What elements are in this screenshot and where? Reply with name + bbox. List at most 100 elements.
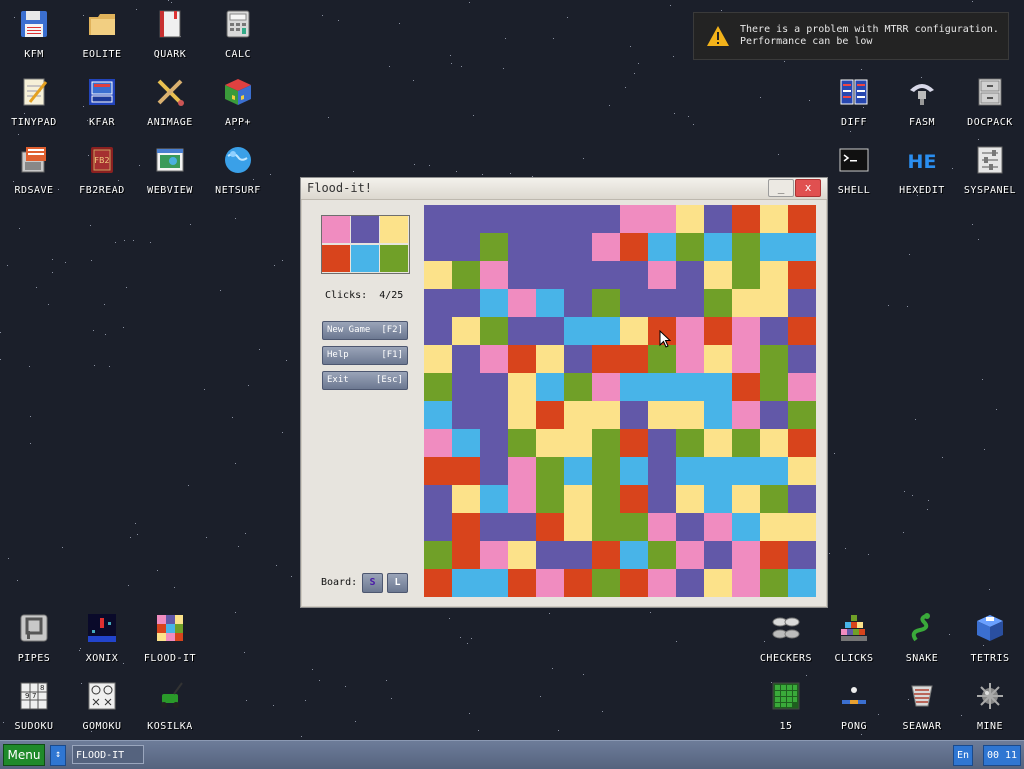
- board-cell: [648, 485, 676, 513]
- keyboard-language[interactable]: En: [953, 745, 973, 766]
- board-size-large-button[interactable]: L: [387, 573, 408, 593]
- color-swatch-yellow[interactable]: [380, 216, 408, 243]
- board-cell: [424, 541, 452, 569]
- desktop-icon-seawar[interactable]: SEAWAR: [888, 672, 956, 740]
- desktop-icon-15[interactable]: 15: [752, 672, 820, 740]
- rubik-cube-icon: [225, 79, 251, 105]
- board-size-small-button[interactable]: S: [362, 573, 383, 593]
- desktop-icon-tinypad[interactable]: TINYPAD: [0, 68, 68, 136]
- desktop-icon-shell[interactable]: SHELL: [820, 136, 888, 204]
- start-menu-button[interactable]: Menu: [3, 744, 45, 766]
- task-switch-button[interactable]: ↕: [50, 745, 66, 766]
- board-cell: [676, 457, 704, 485]
- desktop-icon-pong[interactable]: PONG: [820, 672, 888, 740]
- desktop-icon-label: APP+: [224, 117, 252, 128]
- desktop-icon-fasm[interactable]: FASM: [888, 68, 956, 136]
- desktop-icon-rdsave[interactable]: RDSAVE: [0, 136, 68, 204]
- minimize-button[interactable]: _: [768, 179, 794, 197]
- desktop-icon-fb2read[interactable]: FB2 FB2READ: [68, 136, 136, 204]
- board-cell: [564, 261, 592, 289]
- board-cell: [676, 289, 704, 317]
- desktop-icon-webview[interactable]: WEBVIEW: [136, 136, 204, 204]
- board-cell: [536, 513, 564, 541]
- board-cell: [508, 233, 536, 261]
- board-cell: [676, 541, 704, 569]
- board-cell: [620, 289, 648, 317]
- board-cell: [732, 569, 760, 597]
- board-cell: [424, 205, 452, 233]
- desktop-icon-eolite[interactable]: EOLITE: [68, 0, 136, 68]
- board-cell: [592, 541, 620, 569]
- board-cell: [648, 373, 676, 401]
- desktop-icon-docpack[interactable]: DOCPACK: [956, 68, 1024, 136]
- game-board[interactable]: [424, 205, 816, 597]
- desktop-icon-clicks[interactable]: CLICKS: [820, 604, 888, 672]
- help-button[interactable]: Help [F1]: [322, 346, 408, 365]
- desktop-icon-quark[interactable]: QUARK: [136, 0, 204, 68]
- desktop-icon-sudoku[interactable]: 9 7 8 SUDOKU: [0, 672, 68, 740]
- calculator-icon: [226, 10, 250, 38]
- desktop-icon-label: NETSURF: [215, 185, 261, 196]
- color-swatch-pink[interactable]: [322, 216, 350, 243]
- exit-button[interactable]: Exit [Esc]: [322, 371, 408, 390]
- board-cell: [620, 401, 648, 429]
- flood-it-window[interactable]: Flood-it! _ x Clicks: 4/25 New Game [F2]…: [300, 177, 828, 608]
- desktop-icon-label: TETRIS: [970, 653, 1010, 664]
- board-cell: [788, 485, 816, 513]
- desktop-icon-label: ANIMAGE: [147, 117, 193, 128]
- board-cell: [480, 205, 508, 233]
- mtrr-notification[interactable]: There is a problem with MTRR configurati…: [693, 12, 1009, 60]
- desktop-icon-pipes[interactable]: PIPES: [0, 604, 68, 672]
- board-cell: [480, 513, 508, 541]
- desktop-icon-label: SYSPANEL: [963, 185, 1017, 196]
- globe-icon: [225, 147, 251, 173]
- desktop-icon-animage[interactable]: ANIMAGE: [136, 68, 204, 136]
- desktop-icon-tetris[interactable]: TETRIS: [956, 604, 1024, 672]
- board-cell: [648, 401, 676, 429]
- color-swatch-purple[interactable]: [351, 216, 379, 243]
- board-cell: [676, 429, 704, 457]
- color-swatch-green[interactable]: [380, 245, 408, 272]
- desktop-icon-calc[interactable]: CALC: [204, 0, 272, 68]
- desktop-icon-xonix[interactable]: XONIX: [68, 604, 136, 672]
- desktop-icon-label: PONG: [840, 721, 868, 732]
- desktop-icon-checkers[interactable]: CHECKERS: [752, 604, 820, 672]
- board-cell: [788, 429, 816, 457]
- desktop-icon-netsurf[interactable]: NETSURF: [204, 136, 272, 204]
- board-cell: [760, 401, 788, 429]
- svg-text:HE: HE: [908, 151, 937, 173]
- desktop-icon-kosilka[interactable]: KOSILKA: [136, 672, 204, 740]
- desktop-icon-hexedit[interactable]: HE HEXEDIT: [888, 136, 956, 204]
- svg-text:9: 9: [25, 692, 29, 700]
- desktop-icon-mine[interactable]: MINE: [956, 672, 1024, 740]
- board-cell: [564, 205, 592, 233]
- board-cell: [480, 429, 508, 457]
- color-swatch-blue[interactable]: [351, 245, 379, 272]
- board-cell: [704, 401, 732, 429]
- desktop-icon-kfm[interactable]: KFM: [0, 0, 68, 68]
- desktop-icon-diff[interactable]: DIFF: [820, 68, 888, 136]
- desktop-icon-kfar[interactable]: KFAR: [68, 68, 136, 136]
- board-cell: [452, 429, 480, 457]
- taskbar-app-flood-it[interactable]: FLOOD-IT: [72, 745, 144, 764]
- board-cell: [732, 317, 760, 345]
- board-cell: [788, 345, 816, 373]
- desktop-icon-label: 15: [779, 721, 793, 732]
- sudoku-icon: 9 78: [20, 682, 48, 710]
- close-button[interactable]: x: [795, 179, 821, 197]
- window-titlebar[interactable]: Flood-it! _ x: [301, 178, 827, 200]
- color-swatch-red[interactable]: [322, 245, 350, 272]
- taskbar: Menu ↕ FLOOD-IT En 00 11: [0, 740, 1024, 769]
- desktop-icon-flood-it[interactable]: FLOOD-IT: [136, 604, 204, 672]
- board-cell: [788, 205, 816, 233]
- board-cell: [564, 457, 592, 485]
- board-cell: [788, 289, 816, 317]
- board-cell: [788, 569, 816, 597]
- desktop-icon-gomoku[interactable]: GOMOKU: [68, 672, 136, 740]
- board-cell: [564, 485, 592, 513]
- desktop-icon-snake[interactable]: SNAKE: [888, 604, 956, 672]
- new-game-button[interactable]: New Game [F2]: [322, 321, 408, 340]
- desktop-icon-syspanel[interactable]: SYSPANEL: [956, 136, 1024, 204]
- desktop-icon-app[interactable]: APP+: [204, 68, 272, 136]
- board-cell: [704, 541, 732, 569]
